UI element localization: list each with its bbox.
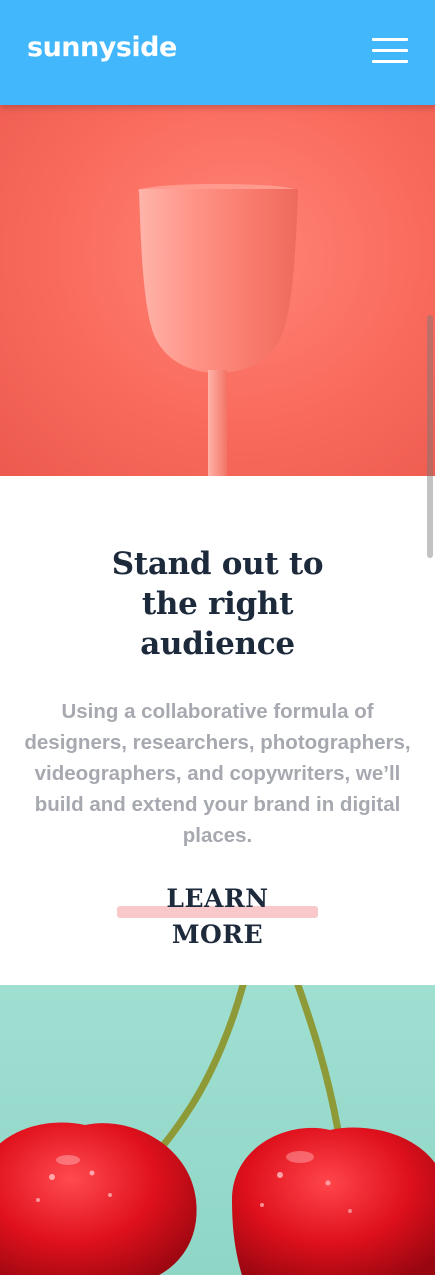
description-line: places.: [182, 824, 253, 847]
hamburger-line: [372, 49, 408, 52]
hamburger-menu-icon[interactable]: [372, 38, 408, 64]
hamburger-line: [372, 60, 408, 63]
title-line: Stand out to: [111, 546, 324, 582]
cherries-illustration: [0, 985, 435, 1275]
learn-more-label: LEARN MORE: [166, 884, 269, 949]
description-line: build and extend your brand in digital: [34, 793, 401, 816]
description-line: designers, researchers, photographers,: [24, 731, 411, 754]
title-line: the right: [141, 586, 294, 622]
title-line: audience: [140, 626, 295, 662]
section-title: Stand out to the right audience: [60, 544, 375, 664]
description-line: videographers, and copywriters, we’ll: [34, 762, 401, 785]
sunnyside-logo[interactable]: sunnyside: [27, 32, 177, 64]
learn-more-link[interactable]: LEARN MORE: [117, 881, 318, 949]
glass-illustration: [138, 184, 298, 476]
cherries-image: [0, 985, 435, 1275]
glass-image: [0, 105, 435, 476]
site-header: sunnyside: [0, 0, 435, 105]
stand-out-section: Stand out to the right audience Using a …: [0, 476, 435, 985]
hamburger-line: [372, 38, 408, 41]
section-description: Using a collaborative formula of designe…: [6, 696, 429, 851]
description-line: Using a collaborative formula of: [61, 700, 374, 723]
scrollbar[interactable]: [427, 315, 433, 558]
